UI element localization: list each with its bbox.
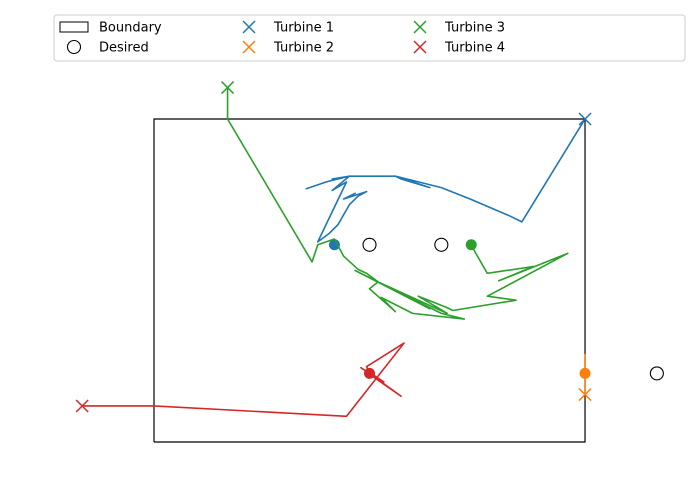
series-turbine-1	[305, 112, 592, 251]
legend-label-turbine-2: Turbine 2	[273, 41, 334, 56]
turbine-2-end-marker	[579, 367, 591, 379]
boundary-rect	[153, 118, 586, 443]
legend-label-turbine-4: Turbine 4	[444, 41, 505, 56]
chart: Boundary Desired Turbine 1 Turbine 2 Turbine…	[53, 14, 686, 443]
legend-label-desired: Desired	[99, 41, 149, 56]
legend-label-turbine-1: Turbine 1	[273, 21, 334, 36]
turbine-3-end-marker	[465, 239, 477, 251]
legend-label-boundary: Boundary	[99, 21, 162, 36]
turbine-4-path	[82, 342, 405, 418]
desired-point-2	[434, 237, 449, 252]
turbine-1-path	[305, 118, 586, 243]
turbine-3-path	[226, 87, 569, 320]
desired-point-1	[362, 237, 377, 252]
desired-point-3	[649, 366, 664, 381]
series-turbine-3	[221, 81, 569, 320]
series-layer	[75, 81, 592, 418]
plot-area	[75, 81, 664, 443]
series-turbine-2	[578, 353, 592, 402]
legend: Boundary Desired Turbine 1 Turbine 2 Turbine…	[53, 14, 686, 62]
boundary-layer	[153, 118, 586, 443]
series-turbine-4	[75, 342, 405, 418]
turbine-4-end-marker	[364, 367, 376, 379]
legend-label-turbine-3: Turbine 3	[444, 21, 505, 36]
desired-layer	[362, 237, 664, 381]
